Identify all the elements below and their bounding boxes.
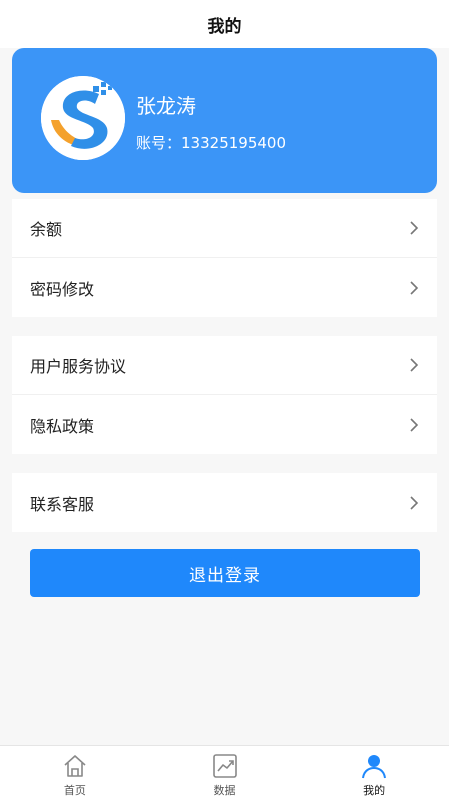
menu-item-label: 余额	[30, 220, 63, 239]
menu-group-support: 联系客服	[12, 473, 437, 532]
tab-mine[interactable]: 我的	[299, 746, 449, 800]
chevron-right-icon	[410, 417, 419, 432]
menu-item-label: 隐私政策	[30, 416, 95, 436]
chevron-right-icon	[410, 358, 419, 372]
tab-label: 首页	[63, 784, 86, 797]
chevron-right-icon	[410, 221, 419, 235]
account-label: 账号：	[136, 134, 182, 152]
menu-group-account: 余额 密码修改	[12, 199, 437, 317]
menu-group-legal: 用户服务协议 隐私政策	[12, 336, 437, 454]
menu-item-privacy-policy[interactable]: 隐私政策	[12, 395, 437, 454]
user-icon	[362, 755, 387, 779]
menu-item-user-agreement[interactable]: 用户服务协议	[12, 336, 437, 395]
logout-button[interactable]: 退出登录	[30, 549, 420, 597]
chevron-right-icon	[410, 495, 419, 510]
account-info: 账号：13325195400	[136, 132, 286, 153]
tab-label: 我的	[363, 784, 386, 797]
avatar[interactable]	[41, 76, 125, 160]
menu-item-change-password[interactable]: 密码修改	[12, 258, 437, 317]
user-name: 张龙涛	[136, 94, 196, 118]
app-logo-icon	[41, 76, 125, 160]
tab-bar: 首页 数据 我的	[0, 745, 449, 800]
account-number: 13325195400	[181, 134, 286, 152]
menu-item-label: 联系客服	[30, 494, 95, 514]
chart-icon	[212, 754, 237, 778]
page-title: 我的	[207, 16, 242, 37]
tab-label: 数据	[213, 784, 236, 797]
menu-item-contact-support[interactable]: 联系客服	[12, 473, 437, 532]
menu-item-label: 密码修改	[30, 279, 95, 299]
menu-item-label: 用户服务协议	[30, 357, 127, 376]
menu-item-balance[interactable]: 余额	[12, 199, 437, 258]
nav-bar: 我的	[0, 0, 449, 48]
tab-data[interactable]: 数据	[150, 746, 300, 800]
chevron-right-icon	[410, 280, 419, 295]
tab-home[interactable]: 首页	[0, 746, 150, 800]
profile-card[interactable]: 张龙涛 账号：13325195400	[12, 48, 437, 193]
home-icon	[64, 755, 86, 777]
